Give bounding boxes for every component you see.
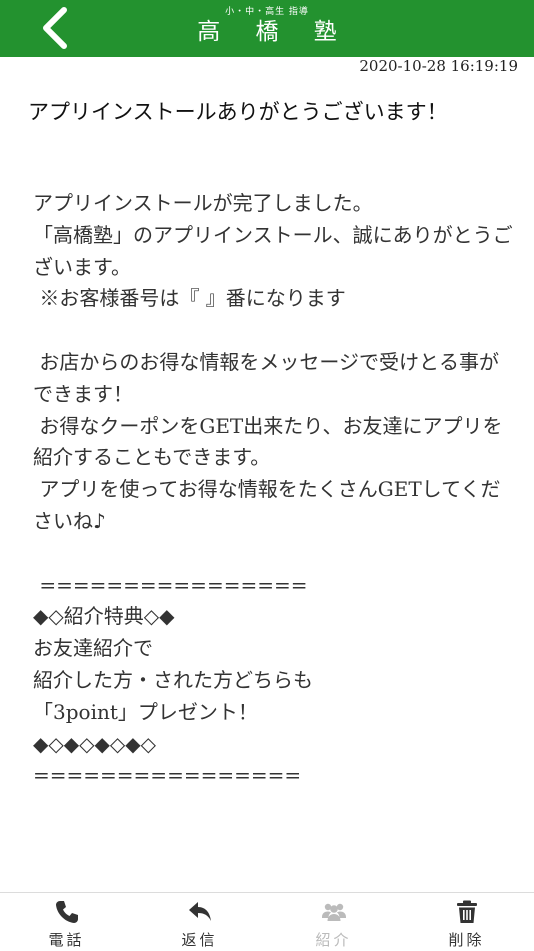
reply-icon xyxy=(187,899,213,925)
tab-delete-label: 削除 xyxy=(448,931,485,949)
bottom-tab-bar: 電話 返信 紹介 削除 xyxy=(0,892,534,951)
tab-introduce[interactable]: 紹介 xyxy=(267,893,400,951)
tab-reply-label: 返信 xyxy=(181,931,218,949)
tab-phone-label: 電話 xyxy=(48,931,85,949)
app-header: 小・中・高生 指導 高 橋 塾 xyxy=(0,0,534,57)
tab-phone[interactable]: 電話 xyxy=(0,893,133,951)
group-icon xyxy=(321,899,347,925)
tab-delete[interactable]: 削除 xyxy=(400,893,533,951)
tab-reply[interactable]: 返信 xyxy=(133,893,266,951)
phone-icon xyxy=(54,899,80,925)
logo-subtitle: 小・中・高生 指導 xyxy=(225,7,309,17)
message-title: アプリインストールありがとうございます！ xyxy=(28,100,448,124)
message-body: アプリインストールが完了しました。 「高橋塾」のアプリインストール、誠にありがと… xyxy=(33,191,513,788)
trash-icon xyxy=(454,899,480,925)
app-logo: 小・中・高生 指導 高 橋 塾 xyxy=(0,6,534,46)
logo-title: 高 橋 塾 xyxy=(197,19,351,45)
tab-introduce-label: 紹介 xyxy=(315,931,352,949)
message-timestamp: 2020-10-28 16:19:19 xyxy=(359,57,518,75)
